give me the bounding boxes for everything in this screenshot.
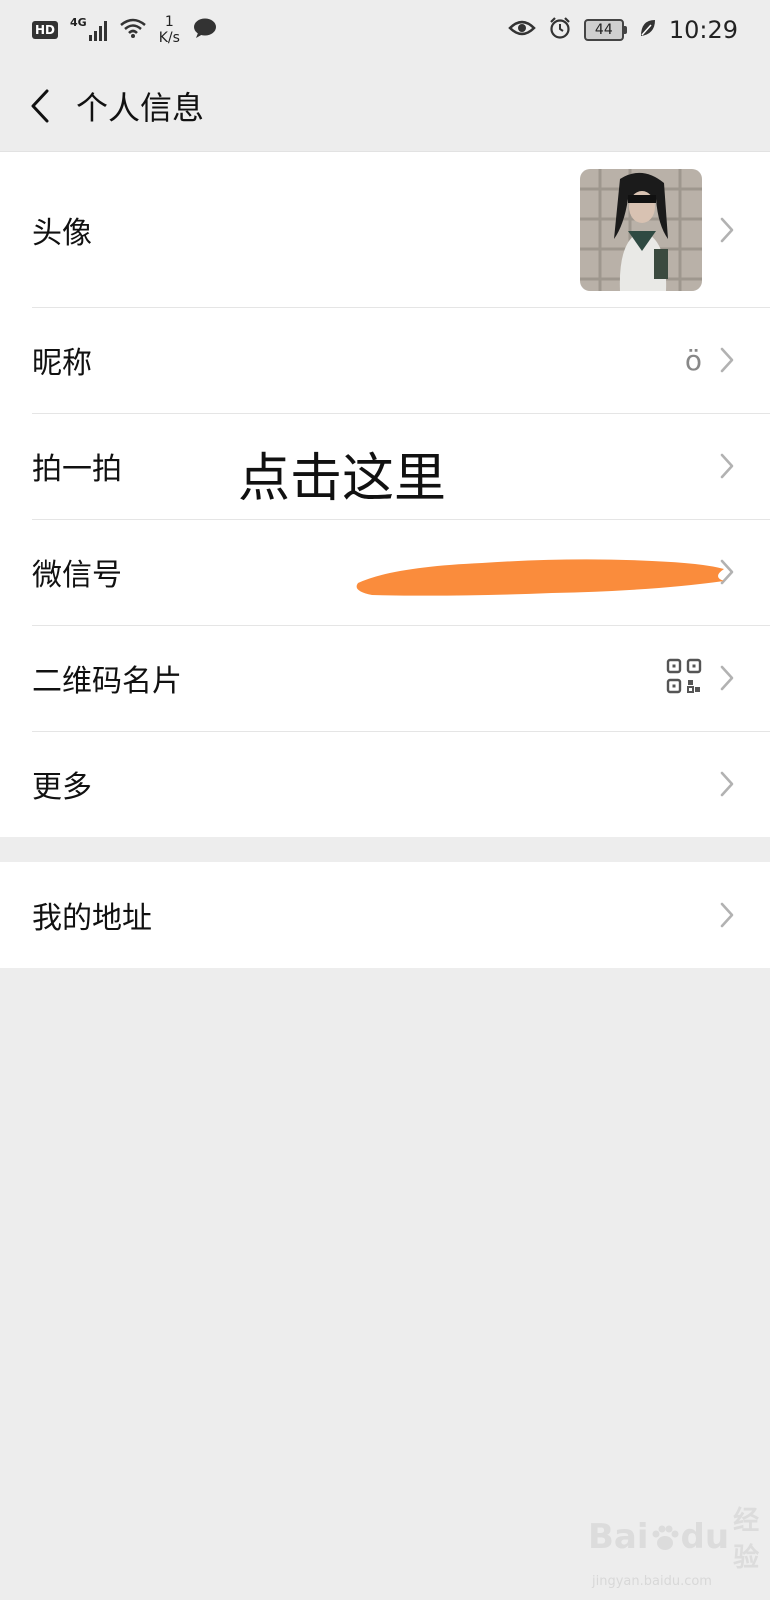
chevron-right-icon — [716, 899, 738, 931]
chevron-right-icon — [716, 768, 738, 800]
hd-badge: HD — [32, 21, 59, 39]
nickname-value: ö — [684, 343, 702, 377]
speed-unit: K/s — [158, 30, 180, 46]
row-pat[interactable]: 拍一拍 — [0, 413, 770, 519]
page-title: 个人信息 — [76, 88, 205, 127]
watermark-brand-left: Bai — [588, 1517, 649, 1557]
row-right-avatar — [580, 168, 738, 291]
row-label-nickname: 昵称 — [32, 346, 92, 381]
chevron-right-icon — [716, 214, 738, 246]
wifi-icon — [119, 17, 147, 44]
watermark-brand: Bai du 经验 — [588, 1500, 759, 1574]
row-avatar[interactable]: 头像 — [0, 152, 770, 307]
watermark-url: jingyan.baidu.com — [592, 1574, 712, 1589]
row-right-more — [716, 768, 738, 800]
chevron-right-icon — [716, 556, 738, 588]
row-label-avatar: 头像 — [32, 215, 92, 251]
avatar[interactable] — [580, 168, 702, 291]
row-label-address: 我的地址 — [32, 901, 152, 936]
nav-bar: 个人信息 — [0, 60, 770, 152]
row-right-address — [716, 899, 738, 931]
clock-time: 10:29 — [668, 16, 738, 44]
row-address[interactable]: 我的地址 — [0, 862, 770, 968]
row-label-wechat-id: 微信号 — [32, 558, 122, 593]
battery-icon: 44 — [583, 19, 627, 41]
network-speed: 1 K/s — [159, 14, 180, 46]
watermark-brand-cn: 经验 — [733, 1506, 760, 1573]
watermark-brand-right: du — [680, 1517, 730, 1557]
row-right-pat — [716, 450, 738, 482]
row-right-nickname: ö — [685, 344, 738, 377]
profile-info-list: 头像 昵称 ö 拍一拍 微信号 二维码名片 更多 — [0, 152, 770, 837]
eye-icon — [508, 18, 536, 43]
row-right-qr-card — [666, 658, 738, 698]
status-left: HD 4G 1 K/s — [32, 14, 218, 46]
battery-level: 44 — [594, 22, 613, 38]
chevron-right-icon — [716, 450, 738, 482]
row-wechat-id[interactable]: 微信号 — [0, 519, 770, 625]
paw-icon — [650, 1522, 680, 1552]
row-label-more: 更多 — [32, 770, 92, 805]
row-right-wechat-id — [716, 556, 738, 588]
alarm-icon — [548, 16, 572, 45]
signal-icon — [88, 19, 107, 41]
qr-code-icon — [666, 658, 702, 698]
speed-value: 1 — [164, 14, 174, 30]
leaf-icon — [639, 18, 657, 43]
row-more[interactable]: 更多 — [0, 731, 770, 837]
chevron-right-icon — [716, 344, 738, 376]
row-qr-card[interactable]: 二维码名片 — [0, 625, 770, 731]
row-nickname[interactable]: 昵称 ö — [0, 307, 770, 413]
baidu-jingyan-watermark: Bai du 经验 jingyan.baidu.com — [588, 1500, 759, 1589]
network-type: 4G — [70, 15, 87, 29]
chevron-right-icon — [716, 662, 738, 694]
status-bar: HD 4G 1 K/s 44 10:29 — [0, 0, 770, 60]
chevron-left-icon — [31, 89, 49, 122]
address-list: 我的地址 — [0, 862, 770, 968]
row-label-qr-card: 二维码名片 — [32, 664, 182, 699]
back-button[interactable] — [26, 86, 54, 126]
chat-bubble-icon — [192, 17, 218, 44]
row-label-pat: 拍一拍 — [32, 452, 122, 487]
status-right: 44 10:29 — [508, 16, 738, 45]
